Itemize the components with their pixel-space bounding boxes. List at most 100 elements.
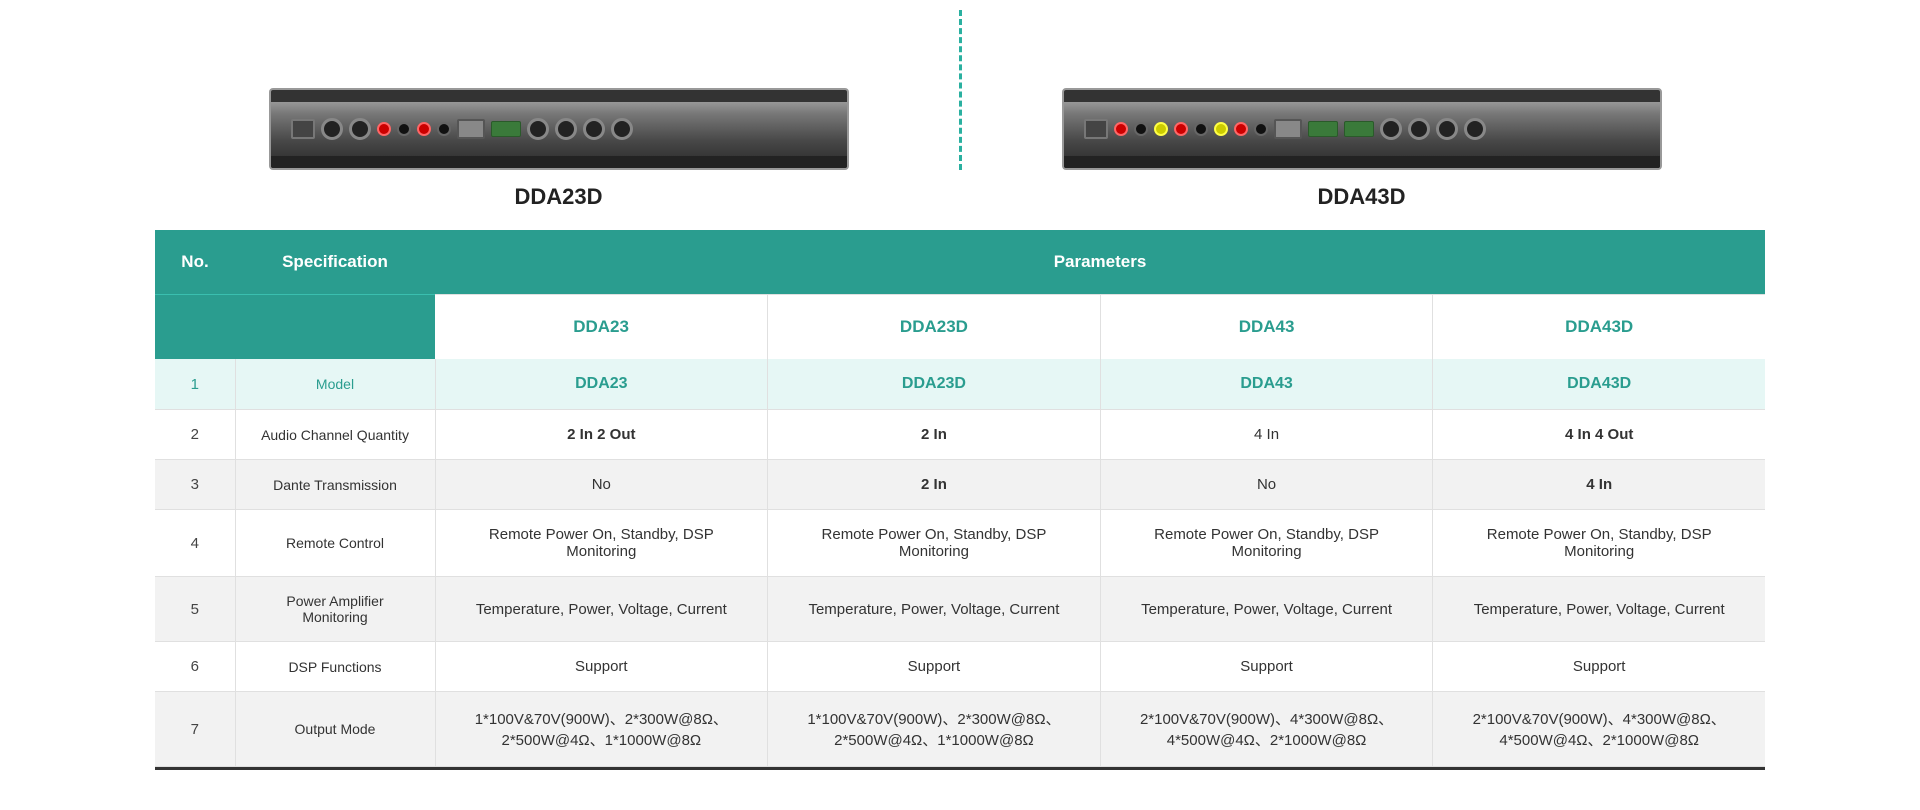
xlr-connector-6	[611, 118, 633, 140]
rca-black-a1	[1134, 122, 1148, 136]
spec-table: No. Specification Parameters DDA23 DDA23…	[155, 230, 1765, 767]
rca-black-2	[437, 122, 451, 136]
ethernet-port	[457, 119, 485, 139]
th-dda43: DDA43	[1100, 295, 1433, 360]
th-no-empty	[155, 295, 235, 360]
cell-dda43d-4: Temperature, Power, Voltage, Current	[1433, 577, 1765, 642]
table-header-row: No. Specification Parameters	[155, 230, 1765, 295]
product-name-dda23d: DDA23D	[514, 184, 602, 210]
cell-spec-2: Dante Transmission	[235, 460, 435, 510]
cell-dda43-1: 4 In	[1100, 410, 1433, 460]
iec-connector-43	[1084, 119, 1108, 139]
product-images-section: DDA23D	[0, 0, 1920, 230]
cell-dda23d-2: 2 In	[768, 460, 1101, 510]
cell-no-5: 6	[155, 642, 235, 692]
table-body: 1ModelDDA23DDA23DDDA43DDA43D2Audio Chann…	[155, 359, 1765, 767]
cell-dda43d-0: DDA43D	[1433, 359, 1765, 410]
rca-black-a3	[1254, 122, 1268, 136]
table-row: 3Dante TransmissionNo2 InNo4 In	[155, 460, 1765, 510]
cell-dda43-6: 2*100V&70V(900W)、4*300W@8Ω、4*500W@4Ω、2*1…	[1100, 692, 1433, 767]
rca-yellow-a1	[1154, 122, 1168, 136]
cell-dda23-6: 1*100V&70V(900W)、2*300W@8Ω、2*500W@4Ω、1*1…	[435, 692, 768, 767]
xlr-43-3	[1436, 118, 1458, 140]
th-specification: Specification	[235, 230, 435, 295]
cell-dda23-0: DDA23	[435, 359, 768, 410]
cell-spec-0: Model	[235, 359, 435, 410]
iec-connector	[291, 119, 315, 139]
cell-dda43d-6: 2*100V&70V(900W)、4*300W@8Ω、4*500W@4Ω、2*1…	[1433, 692, 1765, 767]
rca-black-1	[397, 122, 411, 136]
cell-dda43-0: DDA43	[1100, 359, 1433, 410]
cell-dda43d-1: 4 In 4 Out	[1433, 410, 1765, 460]
th-dda23d: DDA23D	[768, 295, 1101, 360]
cell-dda23-1: 2 In 2 Out	[435, 410, 768, 460]
table-row: 2Audio Channel Quantity2 In 2 Out2 In4 I…	[155, 410, 1765, 460]
cell-dda23-4: Temperature, Power, Voltage, Current	[435, 577, 768, 642]
cell-dda23-5: Support	[435, 642, 768, 692]
xlr-43-2	[1408, 118, 1430, 140]
table-row: 5Power Amplifier MonitoringTemperature, …	[155, 577, 1765, 642]
cell-no-4: 5	[155, 577, 235, 642]
table-row: 1ModelDDA23DDA23DDDA43DDA43D	[155, 359, 1765, 410]
cell-no-2: 3	[155, 460, 235, 510]
cell-no-3: 4	[155, 510, 235, 577]
cell-spec-6: Output Mode	[235, 692, 435, 767]
table-row: 7Output Mode1*100V&70V(900W)、2*300W@8Ω、2…	[155, 692, 1765, 767]
terminal-block-43a	[1308, 121, 1338, 137]
ethernet-port-43	[1274, 119, 1302, 139]
th-parameters: Parameters	[435, 230, 1765, 295]
xlr-connector-5	[583, 118, 605, 140]
th-no: No.	[155, 230, 235, 295]
rca-yellow-a2	[1214, 122, 1228, 136]
xlr-43-1	[1380, 118, 1402, 140]
cell-dda43d-2: 4 In	[1433, 460, 1765, 510]
rca-red-2	[417, 122, 431, 136]
cell-dda43-5: Support	[1100, 642, 1433, 692]
cell-dda43d-3: Remote Power On, Standby, DSP Monitoring	[1433, 510, 1765, 577]
cell-dda23d-1: 2 In	[768, 410, 1101, 460]
rca-red-a3	[1234, 122, 1248, 136]
vertical-divider	[959, 10, 962, 170]
cell-no-1: 2	[155, 410, 235, 460]
cell-dda23d-6: 1*100V&70V(900W)、2*300W@8Ω、2*500W@4Ω、1*1…	[768, 692, 1101, 767]
cell-no-0: 1	[155, 359, 235, 410]
cell-dda43-4: Temperature, Power, Voltage, Current	[1100, 577, 1433, 642]
table-column-headers-row: DDA23 DDA23D DDA43 DDA43D	[155, 295, 1765, 360]
table-row: 6DSP FunctionsSupportSupportSupportSuppo…	[155, 642, 1765, 692]
cell-spec-5: DSP Functions	[235, 642, 435, 692]
xlr-connector-1	[321, 118, 343, 140]
product-block-dda23d: DDA23D	[179, 88, 939, 210]
cell-dda23d-4: Temperature, Power, Voltage, Current	[768, 577, 1101, 642]
cell-no-6: 7	[155, 692, 235, 767]
cell-spec-1: Audio Channel Quantity	[235, 410, 435, 460]
table-row: 4Remote ControlRemote Power On, Standby,…	[155, 510, 1765, 577]
cell-dda43-2: No	[1100, 460, 1433, 510]
cell-dda23-3: Remote Power On, Standby, DSP Monitoring	[435, 510, 768, 577]
spec-table-container: No. Specification Parameters DDA23 DDA23…	[0, 230, 1920, 810]
rca-red-1	[377, 122, 391, 136]
dda43d-image	[1062, 88, 1662, 170]
xlr-connector-2	[349, 118, 371, 140]
terminal-block-43b	[1344, 121, 1374, 137]
cell-dda23d-0: DDA23D	[768, 359, 1101, 410]
rca-black-a2	[1194, 122, 1208, 136]
cell-dda23d-3: Remote Power On, Standby, DSP Monitoring	[768, 510, 1101, 577]
cell-spec-3: Remote Control	[235, 510, 435, 577]
th-dda43d: DDA43D	[1433, 295, 1765, 360]
cell-dda43d-5: Support	[1433, 642, 1765, 692]
rca-red-a2	[1174, 122, 1188, 136]
cell-dda23-2: No	[435, 460, 768, 510]
th-dda23: DDA23	[435, 295, 768, 360]
table-bottom-border	[155, 767, 1765, 770]
terminal-block	[491, 121, 521, 137]
rca-red-a1	[1114, 122, 1128, 136]
product-block-dda43d: DDA43D	[982, 88, 1742, 210]
th-spec-empty	[235, 295, 435, 360]
cell-spec-4: Power Amplifier Monitoring	[235, 577, 435, 642]
xlr-connector-3	[527, 118, 549, 140]
cell-dda23d-5: Support	[768, 642, 1101, 692]
dda23d-image	[269, 88, 849, 170]
product-name-dda43d: DDA43D	[1317, 184, 1405, 210]
xlr-43-4	[1464, 118, 1486, 140]
xlr-connector-4	[555, 118, 577, 140]
